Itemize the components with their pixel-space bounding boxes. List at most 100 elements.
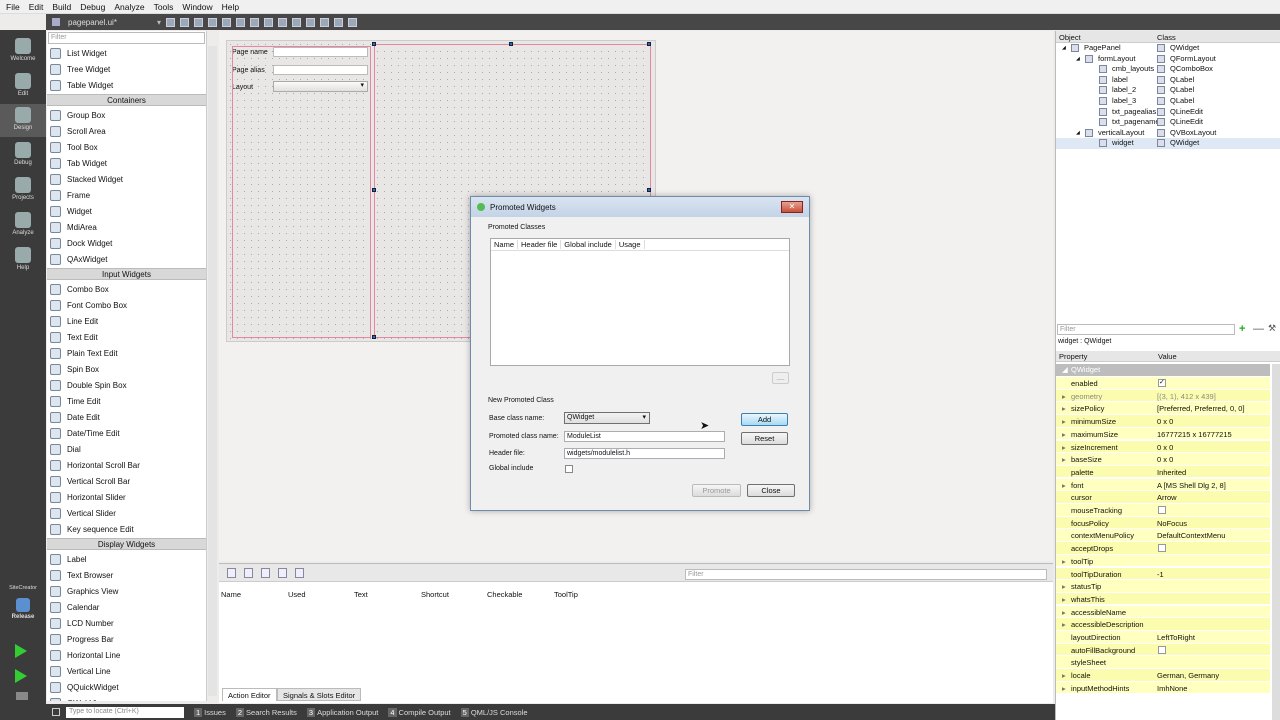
menu-edit[interactable]: Edit	[29, 2, 44, 12]
widget-item[interactable]: Tab Widget	[47, 155, 206, 171]
object-tree-row[interactable]: ◢ PagePanel QWidget	[1056, 43, 1280, 54]
widget-item[interactable]: Progress Bar	[47, 631, 206, 647]
object-tree-row[interactable]: ◢ formLayout QFormLayout	[1056, 54, 1280, 65]
property-row-autoFillBackground[interactable]: autoFillBackground	[1056, 643, 1270, 657]
property-value[interactable]: 0 x 0	[1157, 417, 1173, 426]
object-tree-row[interactable]: ◢ verticalLayout QVBoxLayout	[1056, 128, 1280, 139]
widget-item[interactable]: Frame	[47, 187, 206, 203]
expand-arrow-icon[interactable]: ◢	[1076, 130, 1080, 136]
property-value[interactable]: LeftToRight	[1157, 633, 1195, 642]
widget-category[interactable]: Display Widgets	[47, 538, 206, 550]
property-row-toolTipDuration[interactable]: toolTipDuration -1	[1056, 567, 1270, 581]
widgetbox-filter[interactable]: Filter	[48, 32, 205, 44]
object-tree-row[interactable]: cmb_layouts QComboBox	[1056, 64, 1280, 75]
property-row-enabled[interactable]: enabled	[1056, 377, 1270, 390]
locator-input[interactable]: Type to locate (Ctrl+K)	[66, 706, 184, 718]
reset-button[interactable]: Reset	[741, 432, 788, 445]
column-header[interactable]: Header file	[518, 240, 562, 249]
promote-button[interactable]: Promote	[692, 484, 741, 497]
output-pane-button[interactable]: 1 Issues	[194, 707, 226, 717]
property-row-acceptDrops[interactable]: acceptDrops	[1056, 542, 1270, 555]
widget-item[interactable]: Date Edit	[47, 409, 206, 425]
remove-button[interactable]: —	[772, 372, 789, 384]
global-include-checkbox[interactable]	[565, 465, 573, 473]
property-row-locale[interactable]: ▸ locale German, Germany	[1056, 669, 1270, 682]
mode-help[interactable]: Help	[0, 244, 46, 277]
mode-projects[interactable]: Projects	[0, 174, 46, 207]
expand-arrow-icon[interactable]: ◢	[1062, 45, 1066, 51]
mode-analyze[interactable]: Analyze	[0, 209, 46, 242]
widget-item[interactable]: List Widget	[47, 45, 206, 61]
adjust-size-icon[interactable]	[347, 17, 357, 27]
widget-item[interactable]: Spin Box	[47, 361, 206, 377]
property-row-toolTip[interactable]: ▸ toolTip	[1056, 554, 1270, 568]
layout-vertical-icon[interactable]	[179, 17, 189, 27]
layout-horizontal-icon[interactable]	[165, 17, 175, 27]
mode-design[interactable]: Design	[0, 104, 46, 137]
close-button[interactable]: Close	[747, 484, 795, 497]
expand-arrow-icon[interactable]: ▸	[1062, 417, 1066, 426]
tab-action-editor[interactable]: Action Editor	[222, 688, 277, 701]
dialog-close-icon[interactable]: ✕	[781, 201, 803, 213]
property-value[interactable]: 0 x 0	[1157, 443, 1173, 452]
widget-item[interactable]: Key sequence Edit	[47, 521, 206, 537]
property-row-geometry[interactable]: ▸ geometry [(3, 1), 412 x 439]	[1056, 389, 1270, 403]
property-value[interactable]: 16777215 x 16777215	[1157, 430, 1232, 439]
expand-arrow-icon[interactable]: ▸	[1062, 620, 1066, 629]
kit-project-label[interactable]: SiteCreator	[0, 585, 46, 591]
property-row-contextMenuPolicy[interactable]: contextMenuPolicy DefaultContextMenu	[1056, 529, 1270, 542]
property-row-mouseTracking[interactable]: mouseTracking	[1056, 504, 1270, 517]
column-header[interactable]: Usage	[616, 240, 645, 249]
property-checkbox[interactable]	[1158, 544, 1166, 553]
property-row-palette[interactable]: palette Inherited	[1056, 465, 1270, 479]
widget-item[interactable]: Calendar	[47, 599, 206, 615]
menu-debug[interactable]: Debug	[80, 2, 105, 12]
promoted-classes-table[interactable]: Name Header file Global include Usage	[490, 238, 790, 366]
property-row-cursor[interactable]: cursor Arrow	[1056, 491, 1270, 504]
column-header[interactable]: Checkable	[487, 590, 522, 599]
build-icon[interactable]	[16, 692, 28, 700]
widget-item[interactable]: Horizontal Slider	[47, 489, 206, 505]
chevron-down-icon[interactable]: ▾	[157, 18, 161, 27]
menu-file[interactable]: File	[6, 2, 20, 12]
property-filter-input[interactable]: Filter	[1057, 324, 1235, 335]
widget-item[interactable]: Double Spin Box	[47, 377, 206, 393]
mode-debug[interactable]: Debug	[0, 139, 46, 172]
selection-handle[interactable]	[647, 188, 651, 192]
object-tree-row[interactable]: label_2 QLabel	[1056, 85, 1280, 96]
expand-arrow-icon[interactable]: ▸	[1062, 481, 1066, 490]
kit-selector[interactable]: Release	[0, 598, 46, 620]
widget-item[interactable]: Scroll Area	[47, 123, 206, 139]
delete-action-icon[interactable]	[278, 567, 287, 578]
property-row-maximumSize[interactable]: ▸ maximumSize 16777215 x 16777215	[1056, 427, 1270, 441]
property-value[interactable]: [(3, 1), 412 x 439]	[1157, 392, 1216, 401]
property-checkbox[interactable]	[1158, 378, 1166, 387]
widget-item[interactable]: Horizontal Line	[47, 647, 206, 663]
property-value[interactable]: 0 x 0	[1157, 455, 1173, 464]
action-filter-input[interactable]: Filter	[685, 569, 1047, 580]
debug-run-icon[interactable]	[15, 669, 27, 683]
add-button[interactable]: Add	[741, 413, 788, 426]
object-tree-row[interactable]: label QLabel	[1056, 75, 1280, 86]
object-tree-row[interactable]: label_3 QLabel	[1056, 96, 1280, 107]
column-header[interactable]: Used	[288, 590, 306, 599]
widget-item[interactable]: Tool Box	[47, 139, 206, 155]
property-value[interactable]: [Preferred, Preferred, 0, 0]	[1157, 404, 1245, 413]
selection-handle[interactable]	[372, 42, 376, 46]
widget-item[interactable]: Font Combo Box	[47, 297, 206, 313]
layout-form-icon[interactable]	[305, 17, 315, 27]
property-row-focusPolicy[interactable]: focusPolicy NoFocus	[1056, 516, 1270, 530]
widget-item[interactable]: Widget	[47, 203, 206, 219]
property-value[interactable]: Inherited	[1157, 468, 1186, 477]
selection-handle[interactable]	[372, 335, 376, 339]
open-file-label[interactable]: pagepanel.ui*	[68, 18, 117, 27]
column-header[interactable]: Text	[354, 590, 368, 599]
edit-widgets-icon[interactable]	[193, 17, 203, 27]
widget-item[interactable]: Label	[47, 551, 206, 567]
add-property-icon[interactable]: +	[1239, 323, 1245, 335]
object-tree-row[interactable]: txt_pagealias QLineEdit	[1056, 107, 1280, 118]
break-layout-icon[interactable]	[333, 17, 343, 27]
widget-category[interactable]: Input Widgets	[47, 268, 206, 280]
menu-window[interactable]: Window	[182, 2, 212, 12]
widget-item[interactable]: Vertical Scroll Bar	[47, 473, 206, 489]
